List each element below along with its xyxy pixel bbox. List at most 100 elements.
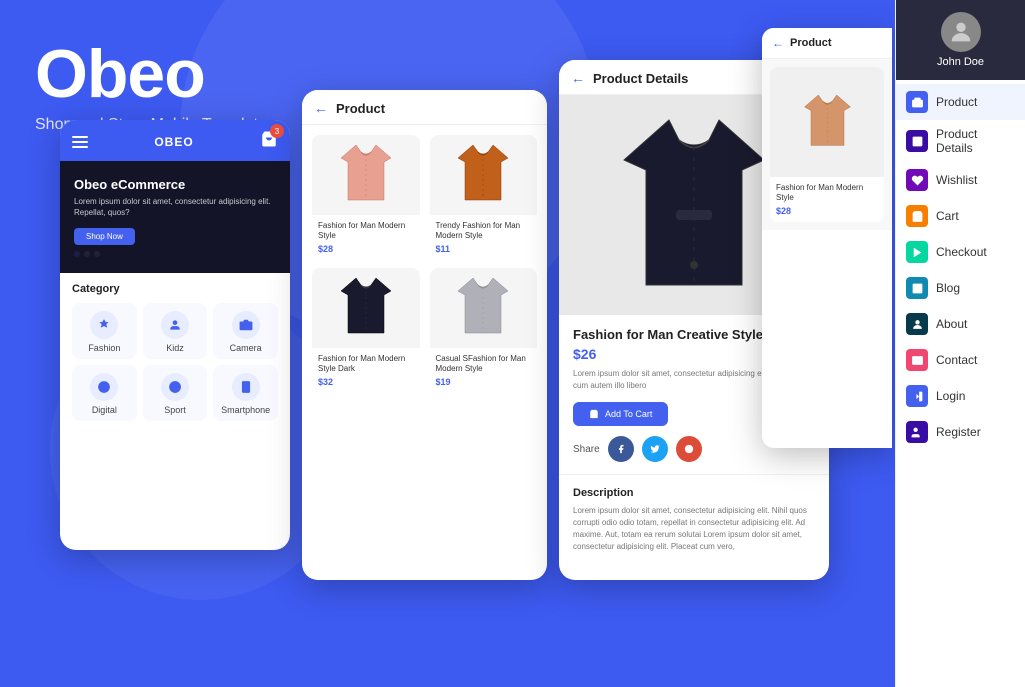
- cart-icon: [589, 409, 599, 419]
- phone-home-header: OBEO 3: [60, 120, 290, 161]
- product-price-4: $19: [436, 377, 532, 387]
- phones-area: OBEO 3 Obeo eCommerce Lorem ipsum dolor …: [60, 120, 829, 580]
- product-name-4: Casual SFashion for Man Modern Style: [436, 354, 532, 375]
- sidebar-item-contact[interactable]: Contact: [896, 342, 1025, 378]
- hamburger-menu[interactable]: [72, 136, 88, 148]
- sidebar-item-register[interactable]: Register: [896, 414, 1025, 450]
- description-title: Description: [573, 487, 815, 499]
- phone-home-banner: Obeo eCommerce Lorem ipsum dolor sit ame…: [60, 161, 290, 273]
- product-card-4[interactable]: Casual SFashion for Man Modern Style $19: [430, 268, 538, 391]
- sidebar-item-product[interactable]: Product: [896, 84, 1025, 120]
- wishlist-icon: [906, 169, 928, 191]
- sidebar-item-checkout[interactable]: Checkout: [896, 234, 1025, 270]
- contact-label: Contact: [936, 353, 977, 367]
- phone4-header: ← Product: [762, 28, 892, 59]
- sidebar-item-cart[interactable]: Cart: [896, 198, 1025, 234]
- product-price-3: $32: [318, 377, 414, 387]
- share-facebook-button[interactable]: [608, 436, 634, 462]
- main-container: Obeo Shop and Store Mobile Template OBEO…: [0, 0, 1025, 687]
- product-name-2: Trendy Fashion for Man Modern Style: [436, 221, 532, 242]
- sport-label: Sport: [164, 405, 186, 415]
- phone4-title: Product: [790, 37, 832, 49]
- phone4-product-card[interactable]: Fashion for Man Modern Style $28: [770, 67, 884, 222]
- smartphone-icon: [232, 373, 260, 401]
- product-img-3: [312, 268, 420, 348]
- cart-sidebar-icon: [906, 205, 928, 227]
- product-card-2[interactable]: Trendy Fashion for Man Modern Style $11: [430, 135, 538, 258]
- sidebar-item-wishlist[interactable]: Wishlist: [896, 162, 1025, 198]
- sidebar-menu: Product Product Details Wishlist: [896, 80, 1025, 687]
- phone-logo: OBEO: [154, 135, 193, 149]
- category-title: Category: [72, 283, 278, 295]
- kidz-icon: [161, 311, 189, 339]
- product-list-back[interactable]: ←: [314, 100, 328, 116]
- user-avatar-icon: [947, 18, 975, 46]
- product-info-4: Casual SFashion for Man Modern Style $19: [430, 348, 538, 391]
- about-label: About: [936, 317, 967, 331]
- blog-icon: [906, 277, 928, 299]
- share-googleplus-button[interactable]: [676, 436, 702, 462]
- product-name-3: Fashion for Man Modern Style Dark: [318, 354, 414, 375]
- shop-now-button[interactable]: Shop Now: [74, 228, 135, 245]
- product-icon: [906, 91, 928, 113]
- product-list-title: Product: [336, 101, 385, 116]
- product-detail-back[interactable]: ←: [571, 70, 585, 86]
- avatar: [941, 12, 981, 52]
- category-item-smartphone[interactable]: Smartphone: [213, 365, 278, 421]
- kidz-label: Kidz: [166, 343, 184, 353]
- product-label: Product: [936, 95, 977, 109]
- phone-product-partial: ← Product Fashion for Man Modern Style $…: [762, 28, 892, 448]
- category-item-digital[interactable]: Digital: [72, 365, 137, 421]
- product-info-2: Trendy Fashion for Man Modern Style $11: [430, 215, 538, 258]
- category-item-fashion[interactable]: Fashion: [72, 303, 137, 359]
- share-label: Share: [573, 444, 600, 455]
- register-icon: [906, 421, 928, 443]
- register-label: Register: [936, 425, 981, 439]
- profile-name: John Doe: [937, 56, 984, 68]
- product-info-1: Fashion for Man Modern Style $28: [312, 215, 420, 258]
- sidebar-item-blog[interactable]: Blog: [896, 270, 1025, 306]
- phone4-body: Fashion for Man Modern Style $28: [762, 59, 892, 230]
- phone4-back[interactable]: ←: [772, 36, 784, 50]
- product-details-icon: [906, 130, 928, 152]
- phone-home-body: Category Fashion Kidz: [60, 273, 290, 431]
- product-details-label: Product Details: [936, 127, 1015, 155]
- product-img-2: [430, 135, 538, 215]
- wishlist-label: Wishlist: [936, 173, 977, 187]
- product-info-3: Fashion for Man Modern Style Dark $32: [312, 348, 420, 391]
- cart-badge: 3: [270, 124, 284, 138]
- description-section: Description Lorem ipsum dolor sit amet, …: [559, 474, 829, 565]
- share-twitter-button[interactable]: [642, 436, 668, 462]
- product-price-1: $28: [318, 244, 414, 254]
- category-item-kidz[interactable]: Kidz: [143, 303, 208, 359]
- banner-desc: Lorem ipsum dolor sit amet, consectetur …: [74, 196, 276, 218]
- smartphone-label: Smartphone: [221, 405, 270, 415]
- product-card-3[interactable]: Fashion for Man Modern Style Dark $32: [312, 268, 420, 391]
- camera-label: Camera: [230, 343, 262, 353]
- product-card-1[interactable]: Fashion for Man Modern Style $28: [312, 135, 420, 258]
- sport-icon: [161, 373, 189, 401]
- category-item-sport[interactable]: Sport: [143, 365, 208, 421]
- category-item-camera[interactable]: Camera: [213, 303, 278, 359]
- cart-icon-wrap[interactable]: 3: [260, 130, 278, 153]
- sidebar-profile: John Doe: [896, 0, 1025, 80]
- checkout-icon: [906, 241, 928, 263]
- product-grid: Fashion for Man Modern Style $28 T: [302, 125, 547, 401]
- brand-title: Obeo: [35, 40, 267, 108]
- right-sidebar: John Doe Product Product Details: [895, 0, 1025, 687]
- phone4-product-price: $28: [776, 206, 878, 216]
- phone4-product-name: Fashion for Man Modern Style: [776, 183, 878, 204]
- product-name-1: Fashion for Man Modern Style: [318, 221, 414, 242]
- banner-title: Obeo eCommerce: [74, 177, 276, 192]
- sidebar-item-about[interactable]: About: [896, 306, 1025, 342]
- product-price-2: $11: [436, 244, 532, 254]
- blog-label: Blog: [936, 281, 960, 295]
- sidebar-item-login[interactable]: Login: [896, 378, 1025, 414]
- phone4-product-info: Fashion for Man Modern Style $28: [770, 177, 884, 222]
- phone-product-list: ← Product Fashion for Man Modern Style: [302, 90, 547, 580]
- login-label: Login: [936, 389, 965, 403]
- add-to-cart-button[interactable]: Add To Cart: [573, 402, 668, 426]
- cart-label: Cart: [936, 209, 959, 223]
- sidebar-item-product-details[interactable]: Product Details: [896, 120, 1025, 162]
- product-list-header: ← Product: [302, 90, 547, 125]
